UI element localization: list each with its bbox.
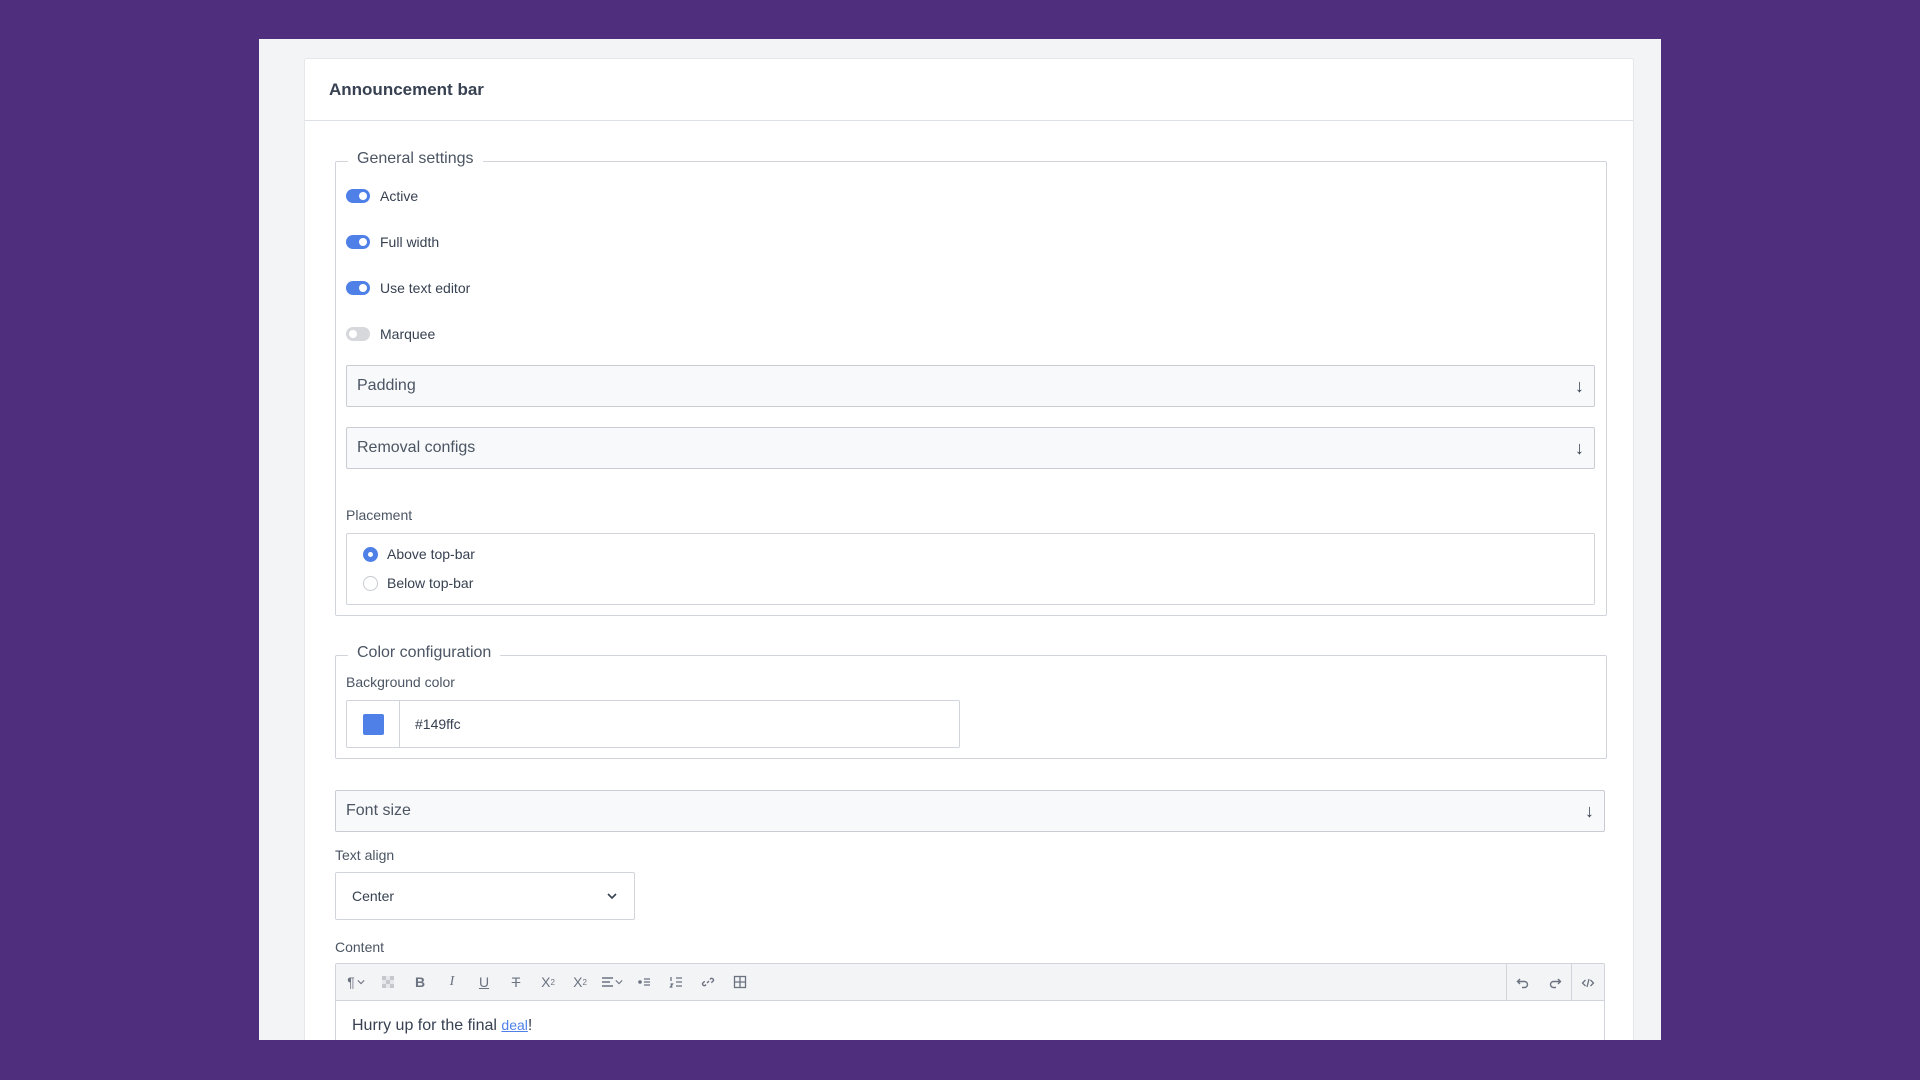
background-color-label: Background color <box>346 674 455 690</box>
superscript-icon[interactable]: X2 <box>532 964 564 1001</box>
use-text-editor-switch[interactable] <box>346 281 370 295</box>
color-swatch <box>362 713 384 735</box>
placement-radio-group: Above top-bar Below top-bar <box>346 533 1595 605</box>
content-text-after: ! <box>527 1017 533 1034</box>
radio-below-top-bar[interactable]: Below top-bar <box>363 573 473 593</box>
padding-accordion[interactable]: Padding ↓ <box>346 365 1595 407</box>
arrow-down-icon: ↓ <box>1575 376 1584 396</box>
align-left-icon <box>602 977 613 987</box>
removal-configs-label: Removal configs <box>357 439 476 456</box>
radio-above-top-bar-label: Above top-bar <box>387 546 475 562</box>
paragraph-format-icon[interactable]: ¶ <box>340 964 372 1001</box>
redo-icon[interactable] <box>1539 964 1571 1001</box>
toggle-active[interactable]: Active <box>346 186 418 206</box>
color-config-legend: Color configuration <box>348 644 501 662</box>
list-bullets-icon <box>638 978 650 986</box>
bold-icon[interactable]: B <box>404 964 436 1001</box>
arrow-down-icon: ↓ <box>1575 438 1584 458</box>
toolbar-right-group <box>1506 964 1604 1001</box>
text-align-select[interactable]: Center <box>335 872 635 920</box>
list-numbers-icon <box>669 977 682 988</box>
radio-below-top-bar-button[interactable] <box>363 575 378 591</box>
full-width-label: Full width <box>380 234 440 250</box>
undo-arrow-icon <box>1516 978 1529 988</box>
content-text-before: Hurry up for the final <box>352 1017 502 1034</box>
radio-below-top-bar-label: Below top-bar <box>387 575 474 591</box>
card-title: Announcement bar <box>329 79 484 99</box>
chevron-down-icon <box>615 980 623 985</box>
announcement-card: Announcement bar General settings Active… <box>304 58 1634 1040</box>
active-switch[interactable] <box>346 189 370 203</box>
source-code-icon[interactable] <box>1572 964 1604 1001</box>
toggle-full-width[interactable]: Full width <box>346 232 439 252</box>
page-frame: Announcement bar General settings Active… <box>259 39 1661 1040</box>
italic-icon[interactable]: I <box>436 964 468 1001</box>
active-label: Active <box>380 188 419 204</box>
color-swatch-button[interactable] <box>347 701 400 747</box>
undo-icon[interactable] <box>1507 964 1539 1001</box>
background-color-input[interactable] <box>346 700 960 748</box>
paragraph-glyph: ¶ <box>347 974 355 990</box>
text-align-label: Text align <box>335 847 395 863</box>
toggle-use-text-editor[interactable]: Use text editor <box>346 278 470 298</box>
general-settings-fieldset: General settings Active Full width Use t… <box>335 150 1607 616</box>
link-icon[interactable] <box>692 964 724 1001</box>
chevron-down-icon <box>357 980 365 985</box>
padding-label: Padding <box>357 377 416 394</box>
bullet-list-icon[interactable] <box>628 964 660 1001</box>
content-label: Content <box>335 939 385 955</box>
numbered-list-icon[interactable] <box>660 964 692 1001</box>
redo-arrow-icon <box>1549 978 1562 988</box>
checker-icon <box>382 976 394 988</box>
table-grid-icon <box>733 975 747 989</box>
marquee-label: Marquee <box>380 326 436 342</box>
placement-label: Placement <box>346 507 413 523</box>
general-settings-legend: General settings <box>348 150 483 168</box>
underline-icon[interactable]: U <box>468 964 500 1001</box>
align-icon[interactable] <box>596 964 628 1001</box>
strikethrough-icon[interactable]: T <box>500 964 532 1001</box>
radio-above-top-bar[interactable]: Above top-bar <box>363 544 475 564</box>
font-size-accordion[interactable]: Font size ↓ <box>335 790 1605 832</box>
card-header: Announcement bar <box>305 59 1633 121</box>
radio-above-top-bar-button[interactable] <box>363 546 378 562</box>
subscript-icon[interactable]: X2 <box>564 964 596 1001</box>
chevron-down-icon <box>607 893 617 900</box>
background-color-field[interactable] <box>400 701 959 747</box>
toggle-marquee[interactable]: Marquee <box>346 324 435 344</box>
use-text-editor-label: Use text editor <box>380 280 471 296</box>
chain-link-icon <box>701 977 715 987</box>
marquee-switch[interactable] <box>346 327 370 341</box>
content-link[interactable]: deal <box>501 1017 527 1033</box>
removal-configs-accordion[interactable]: Removal configs ↓ <box>346 427 1595 469</box>
editor-content-area[interactable]: Hurry up for the final deal! <box>336 1001 1604 1040</box>
code-brackets-icon <box>1581 978 1595 987</box>
arrow-down-icon: ↓ <box>1585 801 1594 821</box>
table-icon[interactable] <box>724 964 756 1001</box>
text-align-value: Center <box>352 888 395 904</box>
content-editor: ¶ B I U T X2 X 2 Hurry up for the final … <box>335 963 1605 1040</box>
editor-toolbar: ¶ B I U T X2 X 2 <box>336 964 1604 1001</box>
full-width-switch[interactable] <box>346 235 370 249</box>
font-size-label: Font size <box>346 802 411 819</box>
clear-format-icon[interactable] <box>372 964 404 1001</box>
color-config-fieldset: Color configuration Background color <box>335 644 1607 759</box>
